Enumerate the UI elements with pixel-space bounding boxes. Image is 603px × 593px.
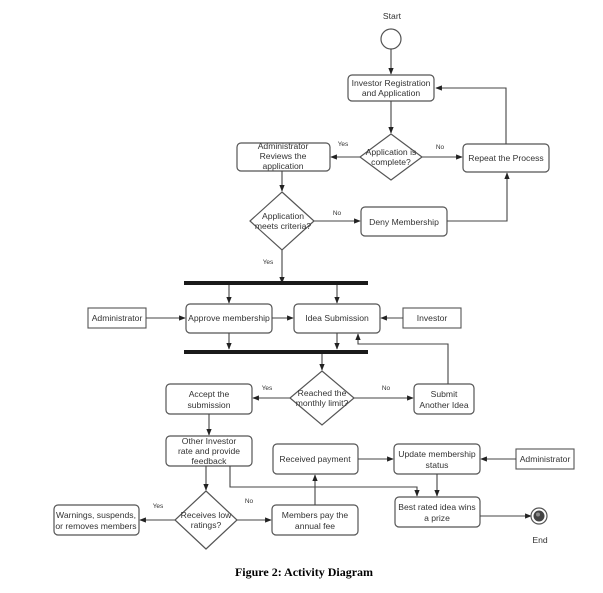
actor-administrator: Administrator bbox=[515, 448, 575, 470]
node-text: meets criteria? bbox=[255, 221, 312, 231]
start-label: Start bbox=[383, 11, 402, 21]
actor-administrator: Administrator bbox=[87, 307, 147, 329]
edge-deny-to-repeat bbox=[447, 172, 510, 222]
node-approve-membership: Approve membership bbox=[185, 303, 273, 334]
node-admin-reviews: Administrator Reviews the application bbox=[236, 141, 331, 172]
edge-label-no: No bbox=[436, 144, 445, 151]
node-text: Administrator bbox=[92, 313, 143, 323]
node-text: Members pay the bbox=[282, 510, 349, 520]
node-investor-registration: Investor Registration and Application bbox=[347, 74, 435, 102]
node-repeat-process: Repeat the Process bbox=[462, 143, 550, 173]
node-text: Receives low bbox=[181, 510, 232, 520]
fork-bar bbox=[184, 281, 368, 285]
decision-meets-criteria: Application meets criteria? bbox=[249, 191, 315, 251]
node-text: Idea Submission bbox=[305, 313, 369, 323]
edge-label-no: No bbox=[245, 498, 254, 505]
end-label: End bbox=[532, 535, 548, 545]
node-text: feedback bbox=[192, 456, 228, 466]
join-bar bbox=[184, 350, 368, 354]
edge-label-yes: Yes bbox=[153, 503, 164, 510]
node-deny-membership: Deny Membership bbox=[360, 206, 448, 237]
node-text: Reached the bbox=[298, 388, 347, 398]
edge-label-yes: Yes bbox=[263, 259, 274, 266]
node-text: annual fee bbox=[295, 521, 335, 531]
node-idea-submission: Idea Submission bbox=[293, 303, 381, 334]
node-text: a prize bbox=[424, 513, 450, 523]
activity-diagram: Start Investor Registration and Applicat… bbox=[53, 11, 575, 579]
node-text: Warnings, suspends, bbox=[56, 510, 136, 520]
decision-receives-low-ratings: Receives low ratings? bbox=[174, 490, 238, 550]
node-text: submission bbox=[188, 400, 231, 410]
start-node bbox=[380, 28, 402, 50]
node-best-rated-idea: Best rated idea wins a prize bbox=[394, 496, 481, 528]
node-text: Accept the bbox=[189, 389, 230, 399]
node-text: rate and provide bbox=[178, 446, 240, 456]
edge-label-no: No bbox=[382, 385, 391, 392]
node-text: Deny Membership bbox=[369, 217, 439, 227]
node-other-investor-rate: Other Investor rate and provide feedback bbox=[165, 435, 253, 467]
node-text: Application bbox=[262, 211, 304, 221]
node-text: Application is bbox=[366, 147, 417, 157]
node-received-payment: Received payment bbox=[272, 443, 359, 475]
node-text: Reviews the bbox=[260, 151, 307, 161]
edge-label-yes: Yes bbox=[262, 385, 273, 392]
node-text: Submit bbox=[431, 389, 458, 399]
node-text: Other Investor bbox=[182, 436, 237, 446]
node-text: Update membership bbox=[398, 449, 476, 459]
node-submit-another-idea: Submit Another Idea bbox=[413, 383, 475, 415]
figure-caption: Figure 2: Activity Diagram bbox=[235, 565, 373, 579]
actor-investor: Investor bbox=[402, 307, 462, 329]
node-text: application bbox=[262, 161, 303, 171]
node-text: Best rated idea wins bbox=[398, 502, 475, 512]
node-text: status bbox=[426, 460, 449, 470]
node-text: Administrator bbox=[520, 454, 571, 464]
node-text: monthly limit? bbox=[296, 398, 349, 408]
edge-repeat-to-registration bbox=[435, 85, 507, 144]
node-warnings: Warnings, suspends, or removes members bbox=[53, 504, 140, 536]
node-update-membership: Update membership status bbox=[393, 443, 481, 475]
node-accept-submission: Accept the submission bbox=[165, 383, 253, 415]
edge-another-to-idea bbox=[355, 333, 449, 384]
node-members-pay: Members pay the annual fee bbox=[271, 504, 359, 536]
node-text: Administrator bbox=[258, 141, 309, 151]
node-text: Investor Registration bbox=[352, 78, 431, 88]
edge-label-yes: Yes bbox=[338, 141, 349, 148]
node-text: complete? bbox=[371, 157, 411, 167]
node-text: Repeat the Process bbox=[468, 153, 543, 163]
node-text: Investor bbox=[417, 313, 448, 323]
decision-application-complete: Application is complete? bbox=[358, 133, 424, 181]
node-text: Approve membership bbox=[188, 313, 270, 323]
node-text: or removes members bbox=[55, 521, 136, 531]
node-text: Received payment bbox=[279, 454, 351, 464]
node-text: Another Idea bbox=[419, 400, 468, 410]
end-node bbox=[530, 507, 548, 525]
node-text: ratings? bbox=[191, 520, 222, 530]
edge-label-no: No bbox=[333, 210, 342, 217]
node-text: and Application bbox=[362, 88, 421, 98]
decision-reached-limit: Reached the monthly limit? bbox=[289, 370, 355, 426]
